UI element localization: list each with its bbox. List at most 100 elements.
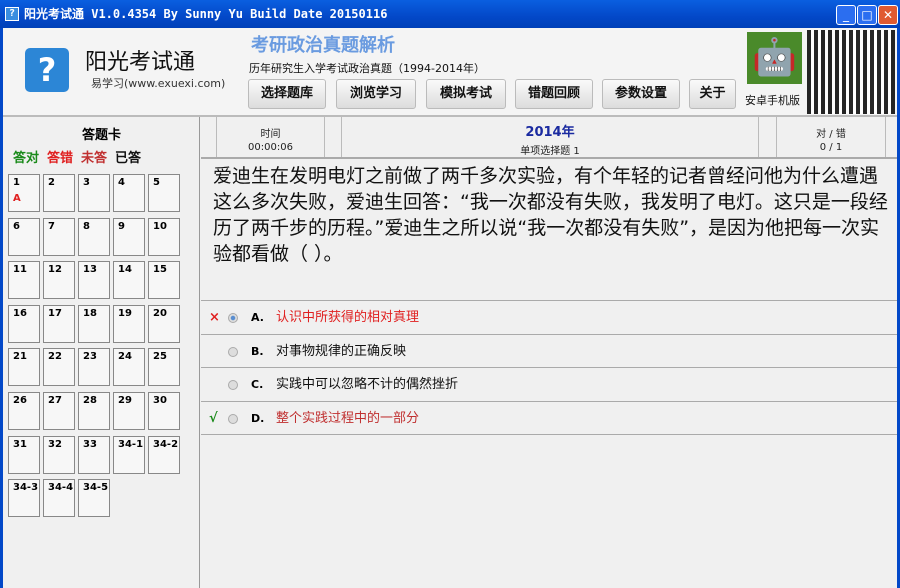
radio-button[interactable] xyxy=(228,346,238,357)
answer-card-cell[interactable]: 11 xyxy=(8,261,40,300)
answer-card-cell[interactable]: 31 xyxy=(8,435,40,474)
answer-card-cell[interactable]: 6 xyxy=(8,217,40,256)
answer-card-cell[interactable]: 14 xyxy=(113,261,145,300)
answer-card-cell[interactable]: 30 xyxy=(148,392,180,430)
about-button[interactable]: 关于 xyxy=(689,79,736,109)
select-bank-button[interactable]: 选择题库 xyxy=(248,79,326,109)
option-d[interactable]: √ D. 整个实践过程中的一部分 xyxy=(201,401,897,436)
answer-card-cell[interactable]: 9 xyxy=(113,217,145,256)
cell-number: 3 xyxy=(83,177,90,188)
answer-card-cell[interactable]: 25 xyxy=(148,348,180,387)
cell-number: 31 xyxy=(13,438,27,450)
cell-number: 14 xyxy=(118,264,132,276)
option-letter: A. xyxy=(251,311,264,324)
answer-card-cell[interactable]: 3 xyxy=(78,174,110,212)
cell-number: 9 xyxy=(118,220,125,232)
divider xyxy=(758,117,776,157)
radio-button[interactable] xyxy=(228,313,238,323)
cell-number: 10 xyxy=(153,220,167,232)
cell-number: 33 xyxy=(83,438,97,450)
option-text: 整个实践过程中的一部分 xyxy=(276,411,420,427)
cell-number: 34-1 xyxy=(118,438,144,450)
cell-number: 8 xyxy=(83,220,90,232)
cell-number: 34-5 xyxy=(83,482,109,494)
answer-card-cell[interactable]: 26 xyxy=(8,392,40,430)
answer-card-cell[interactable]: 29 xyxy=(113,392,145,430)
app-icon: ? xyxy=(5,7,19,21)
cell-number: 4 xyxy=(118,177,125,188)
answer-card-cell[interactable]: 23 xyxy=(78,348,110,387)
answer-card-cell[interactable]: 18 xyxy=(78,304,110,343)
cell-number: 17 xyxy=(48,307,62,319)
cell-number: 18 xyxy=(83,307,97,319)
answer-card-cell[interactable]: 20 xyxy=(148,304,180,343)
answer-card-cell[interactable]: 34-4 xyxy=(43,479,75,518)
score-value: 0 / 1 xyxy=(819,142,843,153)
cell-number: 25 xyxy=(153,351,167,363)
cell-number: 24 xyxy=(118,351,132,363)
answer-card-cell[interactable]: 10 xyxy=(148,217,180,256)
cell-number: 34-2 xyxy=(153,438,179,450)
qr-code-icon xyxy=(807,30,895,114)
answer-card-cell[interactable]: 19 xyxy=(113,304,145,343)
answer-card-cell[interactable]: 22 xyxy=(43,348,75,387)
cell-number: 19 xyxy=(118,307,132,319)
cell-number: 1 xyxy=(13,177,20,188)
answer-card-cell[interactable]: 16 xyxy=(8,304,40,343)
option-b[interactable]: B. 对事物规律的正确反映 xyxy=(201,333,897,368)
question-panel: 时间 00:00:06 2014年 单项选择题 1 对 / 错 0 / 1 爱迪… xyxy=(201,117,897,588)
answer-card-cell[interactable]: 8 xyxy=(78,217,110,256)
cell-number: 15 xyxy=(153,264,167,276)
answer-card-cell[interactable]: 2 xyxy=(43,174,75,212)
question-info: 2014年 单项选择题 1 xyxy=(341,117,758,157)
title-bar: ? 阳光考试通 V1.0.4354 By Sunny Yu Build Date… xyxy=(0,0,900,28)
logo-icon: ? xyxy=(25,48,69,92)
cell-number: 13 xyxy=(83,264,97,276)
answer-card-cell[interactable]: 4 xyxy=(113,174,145,212)
answer-card-cell[interactable]: 33 xyxy=(78,435,110,474)
answer-card-cell[interactable]: 7 xyxy=(43,217,75,256)
answer-card-cell[interactable]: 28 xyxy=(78,392,110,430)
answer-card-cell[interactable]: 1A xyxy=(8,174,40,212)
answer-card-cell[interactable]: 5 xyxy=(148,174,180,212)
android-label[interactable]: 安卓手机版 xyxy=(745,92,800,108)
answer-card-cell[interactable]: 27 xyxy=(43,392,75,430)
radio-button[interactable] xyxy=(228,380,238,391)
score-label: 对 / 错 xyxy=(816,129,846,140)
minimize-button[interactable]: _ xyxy=(836,5,856,25)
status-row: 时间 00:00:06 2014年 单项选择题 1 对 / 错 0 / 1 xyxy=(201,117,897,159)
review-wrong-button[interactable]: 错题回顾 xyxy=(515,79,593,109)
option-a[interactable]: × A. 认识中所获得的相对真理 xyxy=(201,300,897,334)
answer-card-cell[interactable]: 34-2 xyxy=(148,435,180,474)
cell-number: 28 xyxy=(83,395,97,406)
cell-number: 12 xyxy=(48,264,62,276)
time-label: 时间 xyxy=(260,129,281,140)
answer-card-cell[interactable]: 34-5 xyxy=(78,479,110,518)
cell-number: 5 xyxy=(153,177,160,188)
answer-card-cell[interactable]: 13 xyxy=(78,261,110,300)
check-icon: √ xyxy=(209,411,218,427)
answer-card-cell[interactable]: 21 xyxy=(8,348,40,387)
maximize-button[interactable]: □ xyxy=(857,5,877,25)
legend-unanswered: 未答 xyxy=(81,151,108,166)
answer-card-cell[interactable]: 34-1 xyxy=(113,435,145,474)
legend-wrong: 答错 xyxy=(47,151,74,166)
cell-number: 30 xyxy=(153,395,167,406)
mock-exam-button[interactable]: 模拟考试 xyxy=(426,79,506,109)
answer-card-cell[interactable]: 12 xyxy=(43,261,75,300)
answer-card-panel: 答题卡 答对 答错 未答 已答 1 A 2 3 4 5 6 7 8 9 10 11 12 13 14 15 16 17 1… xyxy=(3,117,200,588)
browse-button[interactable]: 浏览学习 xyxy=(336,79,416,109)
answer-card-cell[interactable]: 32 xyxy=(43,435,75,474)
answer-card-cell[interactable]: 15 xyxy=(148,261,180,300)
option-letter: D. xyxy=(251,412,265,426)
cell-number: 11 xyxy=(13,264,27,276)
android-icon[interactable]: 🤖 xyxy=(747,32,802,84)
radio-button[interactable] xyxy=(228,414,238,425)
settings-button[interactable]: 参数设置 xyxy=(602,79,680,109)
option-c[interactable]: C. 实践中可以忽略不计的偶然挫折 xyxy=(201,367,897,401)
cell-number: 22 xyxy=(48,351,62,363)
answer-card-cell[interactable]: 17 xyxy=(43,304,75,343)
answer-card-cell[interactable]: 24 xyxy=(113,348,145,387)
answer-card-cell[interactable]: 34-3 xyxy=(8,479,40,518)
close-button[interactable]: ✕ xyxy=(878,5,898,25)
